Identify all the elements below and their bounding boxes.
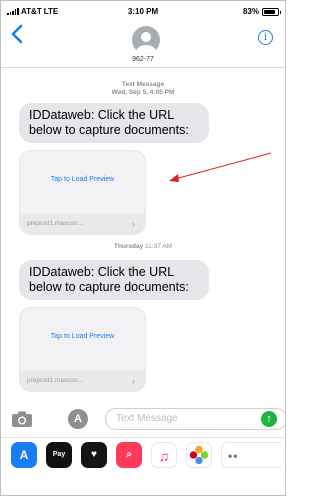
app-store-icon[interactable]: A — [68, 409, 88, 429]
chevron-right-icon: › — [132, 219, 135, 229]
status-bar: AT&T LTE 3:10 PM 83% — [7, 7, 281, 19]
avatar[interactable] — [132, 26, 160, 54]
contact-name[interactable]: 962-77 — [1, 56, 285, 63]
annotation-arrow — [169, 152, 272, 182]
battery-percent: 83% — [242, 7, 259, 16]
preview-domain: preprod1.maxcon... — [20, 214, 145, 234]
info-icon[interactable]: i — [258, 30, 273, 45]
message-bubble[interactable]: IDDataweb: Click the URL below to captur… — [19, 103, 209, 143]
timestamp: Text Message — [1, 81, 285, 89]
battery-fill — [264, 9, 275, 14]
photos-flower-icon — [189, 445, 209, 465]
timestamp-label: Thursday — [113, 243, 144, 250]
link-preview[interactable]: Tap to Load Preview preprod1.maxcon... › — [19, 150, 146, 235]
app-store-app-icon[interactable]: A — [11, 442, 37, 468]
photos-icon[interactable] — [186, 442, 212, 468]
timestamp: Thursday 11:37 AM — [1, 243, 285, 251]
person-icon — [136, 32, 156, 54]
message-input[interactable]: Text Message — [105, 408, 285, 430]
tap-to-load-preview[interactable]: Tap to Load Preview — [20, 333, 145, 340]
more-apps-icon[interactable]: •• — [221, 442, 281, 468]
link-preview[interactable]: Tap to Load Preview preprod1.maxcon... › — [19, 307, 146, 392]
clock: 3:10 PM — [127, 7, 159, 16]
message-bubble[interactable]: IDDataweb: Click the URL below to captur… — [19, 260, 209, 300]
timestamp-time: 11:37 AM — [145, 243, 173, 250]
send-arrow-icon[interactable]: ↑ — [261, 411, 277, 427]
digital-touch-icon[interactable]: ♥ — [81, 442, 107, 468]
chevron-right-icon: › — [132, 376, 135, 386]
apple-pay-icon[interactable]: Pay — [46, 442, 72, 468]
camera-icon[interactable] — [11, 410, 33, 428]
timestamp: Wed, Sep 5, 4:05 PM — [1, 89, 285, 97]
timestamp-label: Text Message — [121, 81, 165, 88]
preview-domain: preprod1.maxcon... — [20, 371, 145, 391]
chevron-left-icon[interactable] — [9, 23, 25, 45]
tap-to-load-preview[interactable]: Tap to Load Preview — [20, 176, 145, 183]
app-drawer: A Pay ♥ ⌕ ♫ •• — [1, 437, 285, 473]
header-divider — [1, 67, 285, 68]
music-icon[interactable]: ♫ — [151, 442, 177, 468]
battery-group: 83% — [242, 7, 281, 16]
compose-bar: A Text Message ↑ — [1, 405, 285, 433]
battery-icon — [262, 7, 281, 16]
messages-screen: AT&T LTE 3:10 PM 83% 962-77 i Text Messa… — [0, 0, 286, 496]
timestamp-time: Wed, Sep 5, 4:05 PM — [111, 89, 175, 96]
search-images-icon[interactable]: ⌕ — [116, 442, 142, 468]
